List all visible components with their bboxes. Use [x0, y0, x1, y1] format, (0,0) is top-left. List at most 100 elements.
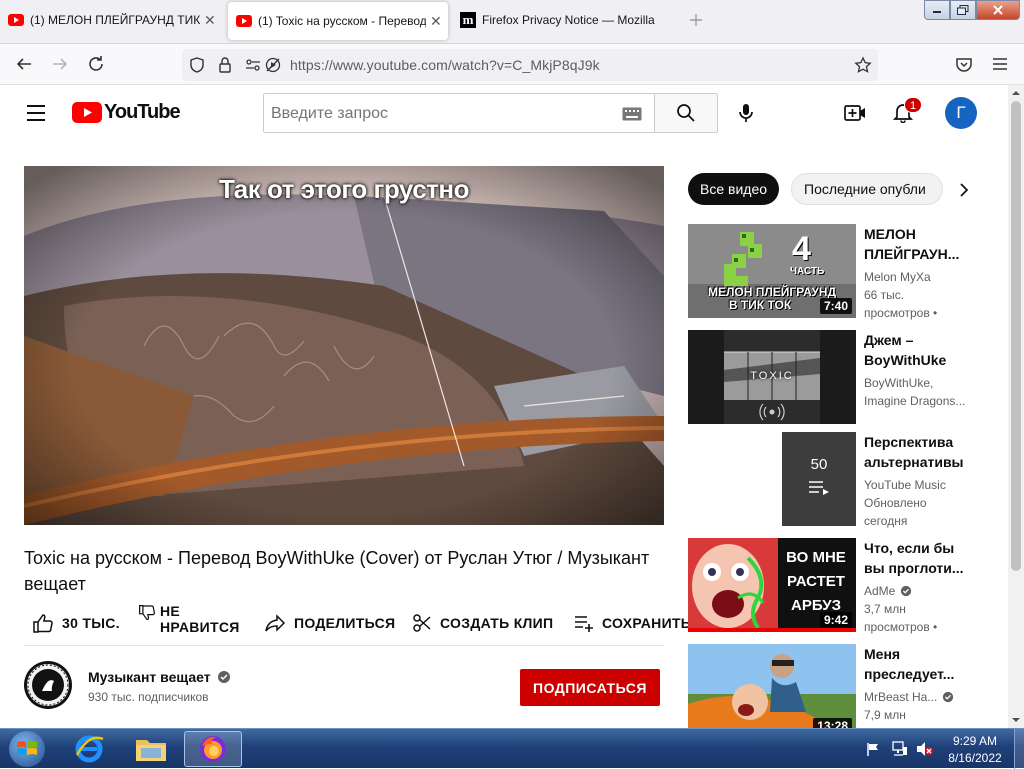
thumbnail-part-number: 4 — [792, 230, 811, 268]
channel-name[interactable]: MrBeast Ha... — [864, 688, 968, 706]
chip-recently-uploaded[interactable]: Последние опубли — [791, 173, 943, 205]
video-duration: 9:42 — [819, 612, 852, 628]
channel-name-text[interactable]: Музыкант вещает — [88, 669, 211, 685]
volume-muted-icon[interactable] — [916, 741, 934, 757]
dislike-button[interactable]: НЕ НРАВИТСЯ — [138, 601, 240, 637]
start-button[interactable] — [0, 731, 54, 767]
tab-toxic-active[interactable]: (1) Toxic на русском - Перевод ✕ — [228, 2, 448, 40]
verified-check-icon — [942, 691, 954, 703]
windows-taskbar: 9:29 AM 8/16/2022 — [0, 728, 1024, 769]
channel-name[interactable]: AdMe — [864, 582, 968, 600]
close-tab-icon[interactable]: ✕ — [430, 13, 442, 30]
recommended-video[interactable]: 13:28 Меня преследует... MrBeast Ha... 7… — [688, 644, 1008, 728]
close-window-button[interactable] — [976, 0, 1020, 20]
clock-time: 9:29 AM — [952, 734, 998, 748]
save-label: СОХРАНИТЬ — [602, 615, 692, 631]
guide-menu-icon[interactable] — [26, 103, 46, 123]
channel-name[interactable]: Melon MyXa — [864, 268, 968, 286]
video-thumbnail[interactable]: TOXIC — [688, 330, 856, 424]
video-title[interactable]: Джем – BoyWithUke — [864, 330, 964, 370]
scroll-down-arrow-icon[interactable] — [1012, 716, 1020, 724]
search-button[interactable] — [654, 93, 718, 133]
search-input[interactable] — [271, 105, 571, 123]
channel-name[interactable]: YouTube Music — [864, 476, 968, 494]
youtube-logo[interactable]: YouTube — [72, 101, 181, 124]
tab-firefox-privacy[interactable]: m Firefox Privacy Notice — Mozilla — [452, 0, 688, 40]
video-frame-image — [24, 166, 664, 525]
video-thumbnail[interactable]: 13:28 — [688, 644, 856, 728]
video-caption-overlay: Так от этого грустно — [219, 174, 469, 204]
view-count-suffix: просмотров • — [864, 306, 938, 320]
scissors-icon — [412, 613, 432, 633]
playlist-thumbnail[interactable]: 50 — [688, 432, 856, 526]
channel-name-text[interactable]: AdMe — [864, 582, 895, 600]
network-icon[interactable] — [892, 741, 908, 757]
subscribe-button[interactable]: ПОДПИСАТЬСЯ — [520, 669, 660, 706]
reload-icon[interactable] — [86, 54, 106, 74]
channel-avatar[interactable] — [24, 661, 72, 709]
url-bar[interactable]: https://www.youtube.com/watch?v=C_MkjP8q… — [182, 49, 878, 81]
chip-all-videos[interactable]: Все видео — [688, 173, 780, 205]
channel-name[interactable]: Музыкант вещает — [88, 669, 231, 685]
internet-explorer-taskbar-icon[interactable] — [60, 731, 118, 767]
recommended-video[interactable]: ВО МНЕ РАСТЕТ АРБУЗ 9:42 Что, если бы вы п… — [688, 538, 1008, 634]
channel-name-text[interactable]: MrBeast Ha... — [864, 688, 937, 706]
minimize-window-button[interactable] — [924, 0, 950, 20]
updated-status: Обновлено — [864, 496, 927, 510]
account-avatar[interactable]: Г — [945, 97, 977, 129]
scroll-up-arrow-icon[interactable] — [1012, 89, 1020, 97]
system-clock[interactable]: 9:29 AM 8/16/2022 — [940, 733, 1010, 767]
playlist-title[interactable]: Перспектива альтернативы — [864, 432, 964, 472]
lock-icon[interactable] — [216, 56, 234, 74]
thumbs-down-icon — [138, 604, 156, 622]
restore-window-button[interactable] — [950, 0, 976, 20]
youtube-page: YouTube 1 Г — [0, 85, 1008, 728]
save-to-playlist-button[interactable]: СОХРАНИТЬ — [574, 605, 691, 641]
forward-arrow-icon[interactable] — [50, 54, 70, 74]
action-center-flag-icon[interactable] — [866, 742, 880, 756]
search-box[interactable] — [263, 93, 655, 133]
updated-status-date: сегодня — [864, 514, 908, 528]
autoplay-blocked-icon[interactable] — [264, 56, 282, 74]
firefox-taskbar-icon[interactable] — [184, 731, 242, 767]
url-text[interactable]: https://www.youtube.com/watch?v=C_MkjP8q… — [290, 57, 600, 73]
video-title[interactable]: МЕЛОН ПЛЕЙГРАУН... — [864, 224, 964, 264]
playlist-icon — [807, 479, 831, 495]
view-count: 66 тыс. — [864, 288, 905, 302]
recommended-playlist[interactable]: 50 Перспектива альтернативы YouTube Musi… — [688, 432, 1008, 528]
video-player[interactable]: Так от этого грустно — [24, 166, 664, 525]
back-arrow-icon[interactable] — [14, 54, 34, 74]
new-tab-icon[interactable] — [688, 12, 704, 28]
video-thumbnail[interactable]: ВО МНЕ РАСТЕТ АРБУЗ 9:42 — [688, 538, 856, 632]
youtube-masthead: YouTube 1 Г — [0, 85, 1008, 141]
scrollbar-thumb[interactable] — [1011, 101, 1021, 571]
tab-melon-playground[interactable]: (1) МЕЛОН ПЛЕЙГРАУНД ТИК ✕ — [0, 0, 222, 40]
tracking-protection-shield-icon[interactable] — [188, 56, 206, 74]
bookmark-star-icon[interactable] — [854, 56, 872, 74]
show-desktop-button[interactable] — [1014, 729, 1024, 769]
recommended-video[interactable]: TOXIC Джем – BoyWithUke BoyWithUke, Imag… — [688, 330, 1008, 424]
video-duration: 7:40 — [819, 298, 852, 314]
file-explorer-taskbar-icon[interactable] — [122, 731, 180, 767]
browser-tab-bar: (1) МЕЛОН ПЛЕЙГРАУНД ТИК ✕ (1) Toxic на … — [0, 0, 1024, 44]
clip-button[interactable]: СОЗДАТЬ КЛИП — [412, 605, 553, 641]
channel-name[interactable]: BoyWithUke, — [864, 374, 968, 392]
close-tab-icon[interactable]: ✕ — [204, 12, 216, 29]
channel-name-continued[interactable]: Imagine Dragons... — [864, 392, 968, 410]
recommended-video[interactable]: 4 ЧАСТЬ МЕЛОН ПЛЕЙГРАУНД В ТИК ТОК 7:40 М… — [688, 224, 1008, 320]
video-thumbnail[interactable]: 4 ЧАСТЬ МЕЛОН ПЛЕЙГРАУНД В ТИК ТОК 7:40 — [688, 224, 856, 318]
keyboard-icon[interactable] — [622, 107, 642, 121]
pocket-icon[interactable] — [954, 54, 974, 74]
share-button[interactable]: ПОДЕЛИТЬСЯ — [264, 605, 395, 641]
create-video-icon[interactable] — [844, 103, 866, 123]
chevron-right-icon[interactable] — [956, 182, 972, 198]
like-button[interactable]: 30 ТЫС. — [32, 605, 120, 641]
permissions-icon[interactable] — [244, 56, 262, 74]
hamburger-menu-icon[interactable] — [990, 54, 1010, 74]
dislike-label: НЕ НРАВИТСЯ — [160, 603, 240, 635]
notification-count-badge: 1 — [904, 97, 922, 113]
video-title[interactable]: Что, если бы вы проглоти... — [864, 538, 964, 578]
video-title[interactable]: Меня преследует... — [864, 644, 964, 684]
page-scrollbar[interactable] — [1008, 85, 1024, 728]
microphone-icon[interactable] — [736, 102, 756, 124]
